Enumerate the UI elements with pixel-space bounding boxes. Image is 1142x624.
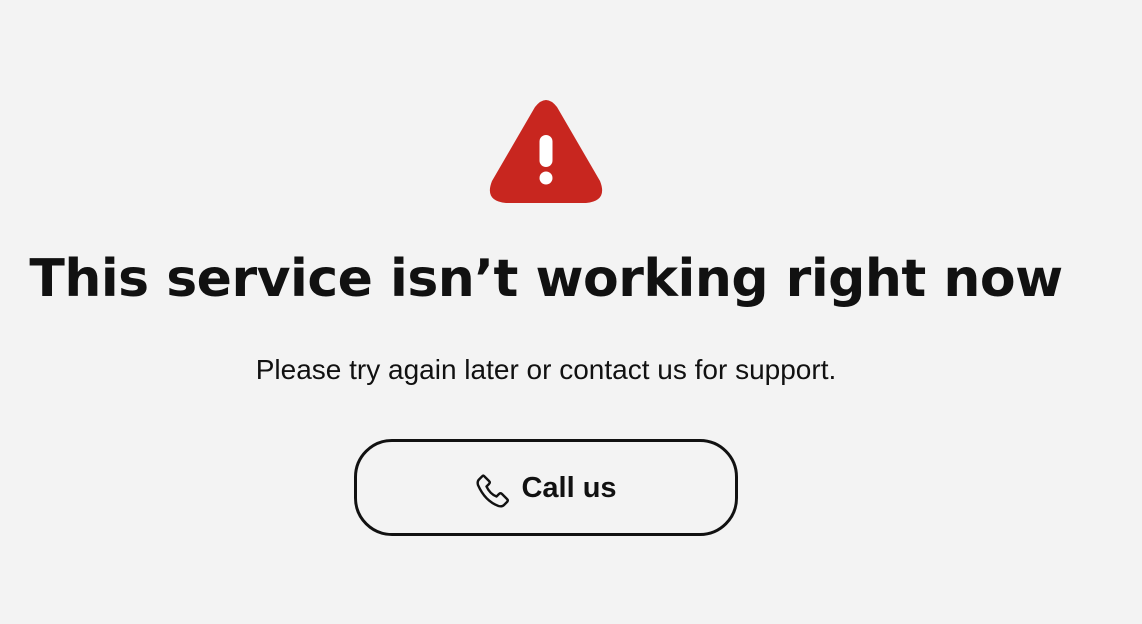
page-title: This service isn’t working right now	[29, 249, 1063, 309]
error-message: Please try again later or contact us for…	[255, 354, 837, 385]
error-page: This service isn’t working right now Ple…	[0, 0, 1092, 624]
call-us-label: Call us	[521, 471, 617, 504]
call-us-button[interactable]: Call us	[354, 439, 738, 536]
phone-icon	[475, 472, 511, 508]
warning-triangle-icon	[488, 97, 604, 205]
